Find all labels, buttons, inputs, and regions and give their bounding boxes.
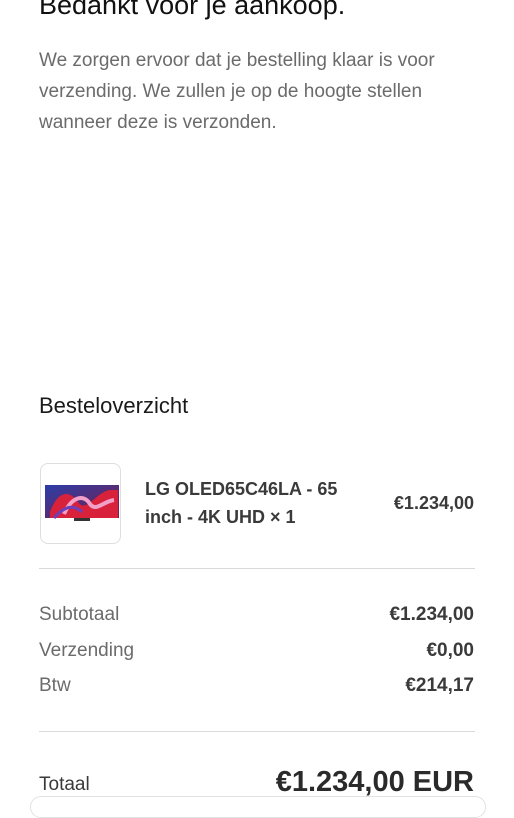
divider [39, 568, 475, 569]
divider [39, 731, 475, 732]
product-name: LG OLED65C46LA - 65 inch - 4K UHD × 1 [145, 479, 338, 527]
order-item: LG OLED65C46LA - 65 inch - 4K UHD × 1 €1… [39, 463, 475, 545]
shipping-value: €0,00 [426, 640, 474, 661]
tax-value: €214,17 [405, 675, 474, 696]
subtotal-label: Subtotaal [39, 604, 120, 625]
product-price: €1.234,00 [393, 493, 474, 513]
tv-product-image [45, 485, 119, 521]
tax-label: Btw [39, 675, 71, 696]
bottom-panel-edge [30, 796, 486, 818]
thank-you-heading: Bedankt voor je aankoop. [39, 0, 346, 20]
shipping-label: Verzending [39, 640, 135, 661]
shipping-row: Verzending €0,00 [39, 638, 475, 664]
confirmation-message: We zorgen ervoor dat je bestelling klaar… [39, 50, 435, 133]
total-row: Totaal €1.234,00 EUR [39, 764, 475, 800]
total-value: €1.234,00 EUR [275, 766, 474, 798]
subtotal-value: €1.234,00 [389, 604, 474, 625]
tax-row: Btw €214,17 [39, 673, 475, 699]
total-label: Totaal [39, 774, 90, 795]
order-confirmation-page: Bedankt voor je aankoop. We zorgen ervoo… [0, 0, 514, 818]
product-thumbnail [40, 463, 121, 544]
subtotal-row: Subtotaal €1.234,00 [39, 602, 475, 628]
order-summary-heading: Besteloverzicht [39, 393, 189, 418]
